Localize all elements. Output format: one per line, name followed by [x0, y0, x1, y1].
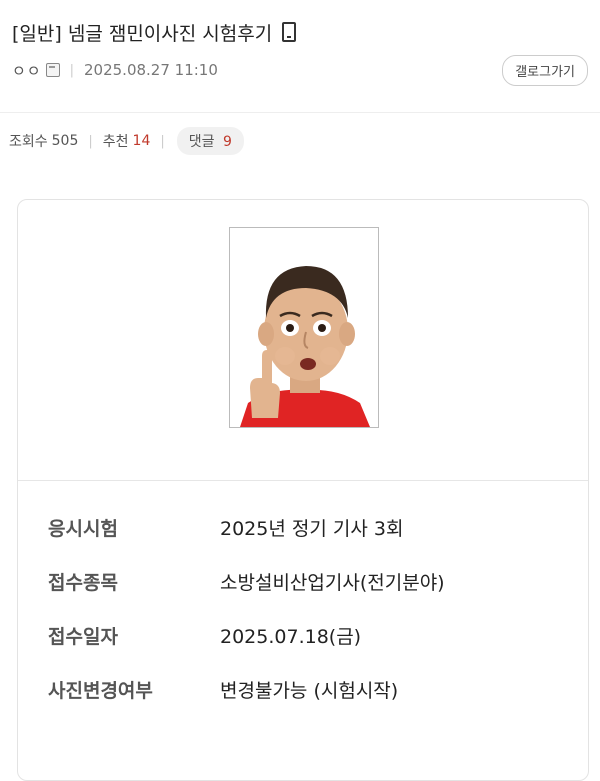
info-value: 변경불가능 (시험시작) — [220, 679, 399, 702]
comments-count: 9 — [222, 134, 232, 150]
info-row: 사진변경여부 변경불가능 (시험시작) — [48, 662, 568, 716]
post-meta: ㅇㅇ | 2025.08.27 11:10 갤로그가기 — [12, 52, 588, 88]
views-count: 505 — [51, 133, 79, 149]
info-value: 소방설비산업기사(전기분야) — [220, 571, 445, 594]
mobile-icon — [282, 22, 297, 42]
post-category: [일반] — [12, 22, 62, 45]
author-nickname[interactable]: ㅇㅇ — [12, 60, 42, 81]
child-photo-image — [230, 228, 378, 427]
info-label: 응시시험 — [48, 517, 118, 540]
comments-label: 댓글 — [188, 134, 215, 150]
recommend-label: 추천 — [102, 134, 129, 150]
id-photo — [229, 227, 379, 428]
info-label: 접수종목 — [48, 571, 118, 594]
post-header: [일반] 넴글 잼민이사진 시험후기 ㅇㅇ | 2025.08.27 11:10… — [0, 0, 600, 88]
info-row: 응시시험 2025년 정기 기사 3회 — [48, 500, 568, 554]
info-value: 2025.07.18(금) — [220, 625, 362, 648]
info-label: 접수일자 — [48, 625, 118, 648]
post-title: 넴글 잼민이사진 시험후기 — [67, 22, 273, 45]
exam-card: 응시시험 2025년 정기 기사 3회 접수종목 소방설비산업기사(전기분야) … — [17, 199, 589, 781]
comments-button[interactable]: 댓글 9 — [176, 127, 244, 155]
post-title-row: [일반] 넴글 잼민이사진 시험후기 — [12, 16, 588, 48]
recommend-count: 14 — [132, 133, 151, 149]
user-badge-icon — [45, 63, 60, 77]
info-value: 2025년 정기 기사 3회 — [220, 517, 404, 540]
separator: | — [69, 62, 74, 78]
info-row: 접수일자 2025.07.18(금) — [48, 608, 568, 662]
exam-info-table: 응시시험 2025년 정기 기사 3회 접수종목 소방설비산업기사(전기분야) … — [48, 500, 568, 716]
info-row: 접수종목 소방설비산업기사(전기분야) — [48, 554, 568, 608]
views-label: 조회수 — [9, 134, 48, 150]
gallog-button[interactable]: 갤로그가기 — [502, 54, 588, 86]
post-datetime: 2025.08.27 11:10 — [84, 61, 218, 79]
separator: | — [88, 133, 93, 149]
card-divider — [18, 480, 588, 481]
separator: | — [160, 133, 165, 149]
post-stats: 조회수 505 | 추천 14 | 댓글 9 — [0, 113, 600, 169]
info-label: 사진변경여부 — [48, 679, 153, 702]
